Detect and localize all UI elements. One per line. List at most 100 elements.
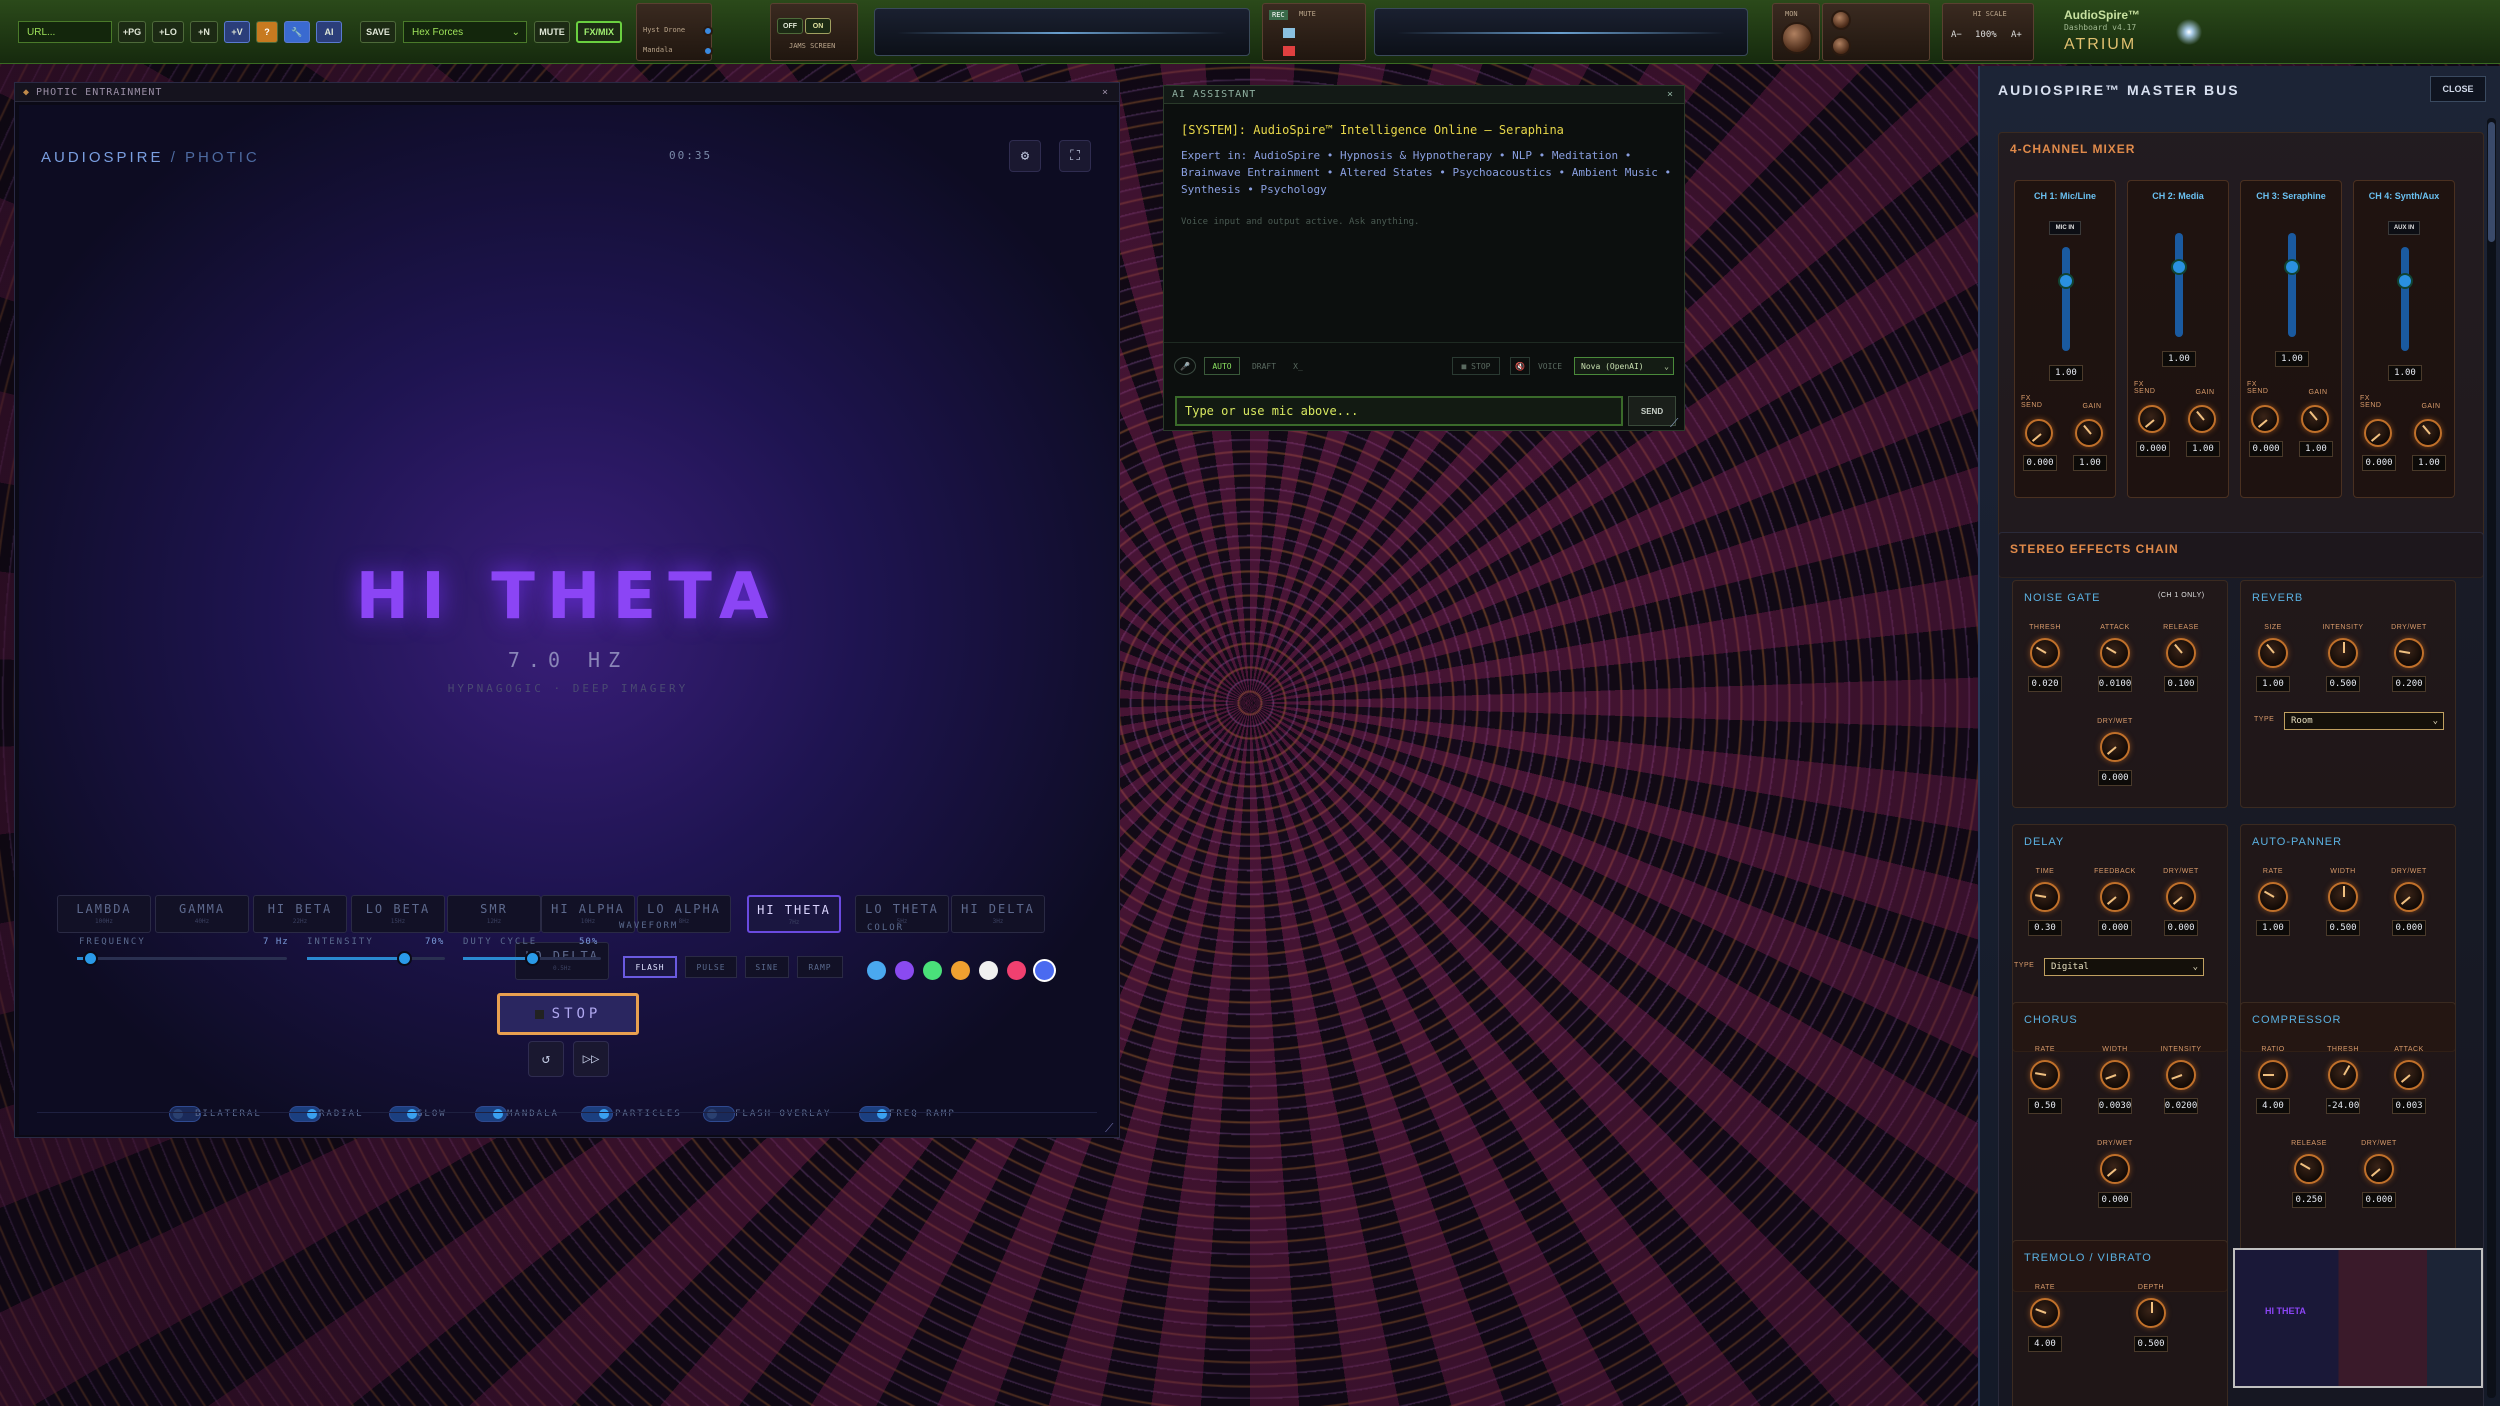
color-swatch[interactable] (923, 961, 942, 980)
reset-icon[interactable]: ↺ (528, 1041, 564, 1077)
fader-thumb[interactable] (2058, 273, 2074, 289)
waveform-pulse[interactable]: PULSE (685, 956, 737, 978)
x-toggle[interactable]: X_ (1288, 357, 1308, 375)
settings-gear-icon[interactable]: ⚙ (1009, 140, 1041, 172)
delay-feedback-knob[interactable] (2100, 882, 2130, 912)
gain-knob[interactable] (2301, 405, 2329, 433)
photic-titlebar[interactable]: ◆ PHOTIC ENTRAINMENT × (15, 83, 1119, 102)
preview-thumbnail[interactable]: HI THETA (2233, 1248, 2483, 1388)
toggle-particles[interactable] (581, 1106, 613, 1122)
zoom-out-button[interactable]: A− (1951, 30, 1962, 40)
autopanner-width-knob[interactable] (2328, 882, 2358, 912)
resize-handle-icon[interactable]: ⟋ (1105, 1121, 1113, 1136)
channel-fader[interactable] (2062, 247, 2070, 351)
wrench-icon[interactable]: 🔧 (284, 21, 310, 43)
fullscreen-icon[interactable]: ⛶ (1059, 140, 1091, 172)
draft-toggle[interactable]: DRAFT (1244, 357, 1284, 375)
url-input[interactable]: URL... (18, 21, 112, 43)
delay-drywet-knob[interactable] (2166, 882, 2196, 912)
waveform-ramp[interactable]: RAMP (797, 956, 843, 978)
fxmix-button[interactable]: FX/MIX (576, 21, 622, 43)
waveform-sine[interactable]: SINE (745, 956, 789, 978)
add-page-button[interactable]: +PG (118, 21, 146, 43)
fx-send-knob[interactable] (2364, 419, 2392, 447)
intensity-slider[interactable] (307, 951, 445, 966)
band-lambda[interactable]: LAMBDA 100Hz (57, 895, 151, 933)
add-v-button[interactable]: +V (224, 21, 250, 43)
waveform-flash[interactable]: FLASH (623, 956, 677, 978)
send-button[interactable]: SEND (1628, 396, 1676, 426)
frequency-slider[interactable] (77, 951, 287, 966)
skip-forward-icon[interactable]: ▷▷ (573, 1041, 609, 1077)
reverb-size-knob[interactable] (2258, 638, 2288, 668)
color-swatch[interactable] (1035, 961, 1054, 980)
voice-select[interactable]: Nova (OpenAI) ⌄ (1574, 357, 1674, 375)
color-swatch[interactable] (895, 961, 914, 980)
reverb-drywet-knob[interactable] (2394, 638, 2424, 668)
fader-thumb[interactable] (2284, 259, 2300, 275)
band-gamma[interactable]: GAMMA 40Hz (155, 895, 249, 933)
close-icon[interactable]: × (1102, 87, 1109, 98)
chorus-width-knob[interactable] (2100, 1060, 2130, 1090)
scrollbar[interactable] (2487, 118, 2496, 1398)
delay-time-knob[interactable] (2030, 882, 2060, 912)
chorus-intensity-knob[interactable] (2166, 1060, 2196, 1090)
chat-input[interactable]: Type or use mic above... (1175, 396, 1623, 426)
fader-thumb[interactable] (2397, 273, 2413, 289)
toggle-mandala[interactable] (475, 1106, 507, 1122)
band-hi-beta[interactable]: HI BETA 22Hz (253, 895, 347, 933)
gain-knob[interactable] (2414, 419, 2442, 447)
band-lo-beta[interactable]: LO BETA 15Hz (351, 895, 445, 933)
compressor-ratio-knob[interactable] (2258, 1060, 2288, 1090)
reverb-intensity-knob[interactable] (2328, 638, 2358, 668)
color-swatch[interactable] (1007, 961, 1026, 980)
help-button[interactable]: ? (256, 21, 278, 43)
toggle-radial[interactable] (289, 1106, 321, 1122)
gain-knob[interactable] (2075, 419, 2103, 447)
color-swatch[interactable] (979, 961, 998, 980)
band-hi-theta[interactable]: HI THETA 7Hz (747, 895, 841, 933)
chorus-rate-knob[interactable] (2030, 1060, 2060, 1090)
stop-button[interactable]: STOP (497, 993, 639, 1035)
channel-fader[interactable] (2288, 233, 2296, 337)
chorus-drywet-knob[interactable] (2100, 1154, 2130, 1184)
mute-button[interactable]: MUTE (534, 21, 570, 43)
noise_gate-release-knob[interactable] (2166, 638, 2196, 668)
off-button[interactable]: OFF (777, 18, 803, 34)
band-hi-delta[interactable]: HI DELTA 3Hz (951, 895, 1045, 933)
reverb-type-select[interactable]: Room ⌄ (2284, 712, 2444, 730)
ai-button[interactable]: AI (316, 21, 342, 43)
toggle-freq-ramp[interactable] (859, 1106, 891, 1122)
channel-a-toggle[interactable] (703, 26, 713, 36)
speaker-mute-icon[interactable]: 🔇 (1510, 357, 1530, 375)
auto-toggle[interactable]: AUTO (1204, 357, 1240, 375)
zoom-in-button[interactable]: A+ (2011, 30, 2022, 40)
channel-fader[interactable] (2401, 247, 2409, 351)
knob-b[interactable] (1831, 36, 1851, 56)
duty-cycle-slider[interactable] (463, 951, 601, 966)
band-smr[interactable]: SMR 12Hz (447, 895, 541, 933)
tremolo-depth-knob[interactable] (2136, 1298, 2166, 1328)
resize-handle-icon[interactable]: ⟋ (1670, 416, 1678, 431)
ai-titlebar[interactable]: AI ASSISTANT × (1164, 86, 1684, 104)
channel-fader[interactable] (2175, 233, 2183, 337)
autopanner-drywet-knob[interactable] (2394, 882, 2424, 912)
fx-send-knob[interactable] (2138, 405, 2166, 433)
compressor-attack-knob[interactable] (2394, 1060, 2424, 1090)
tremolo-rate-knob[interactable] (2030, 1298, 2060, 1328)
toggle-flash-overlay[interactable] (703, 1106, 735, 1122)
preset-select[interactable]: Hex Forces ⌄ (403, 21, 527, 43)
on-button[interactable]: ON (805, 18, 831, 34)
noise_gate-thresh-knob[interactable] (2030, 638, 2060, 668)
color-swatch[interactable] (951, 961, 970, 980)
save-button[interactable]: SAVE (360, 21, 396, 43)
delay-type-select[interactable]: Digital ⌄ (2044, 958, 2204, 976)
noise_gate-attack-knob[interactable] (2100, 638, 2130, 668)
channel-b-toggle[interactable] (703, 46, 713, 56)
stop-voice-button[interactable]: ■ STOP (1452, 357, 1500, 375)
add-lo-button[interactable]: +LO (152, 21, 184, 43)
mic-icon[interactable]: 🎤 (1174, 357, 1196, 375)
fader-thumb[interactable] (2171, 259, 2187, 275)
monitor-knob[interactable] (1781, 22, 1813, 54)
autopanner-rate-knob[interactable] (2258, 882, 2288, 912)
